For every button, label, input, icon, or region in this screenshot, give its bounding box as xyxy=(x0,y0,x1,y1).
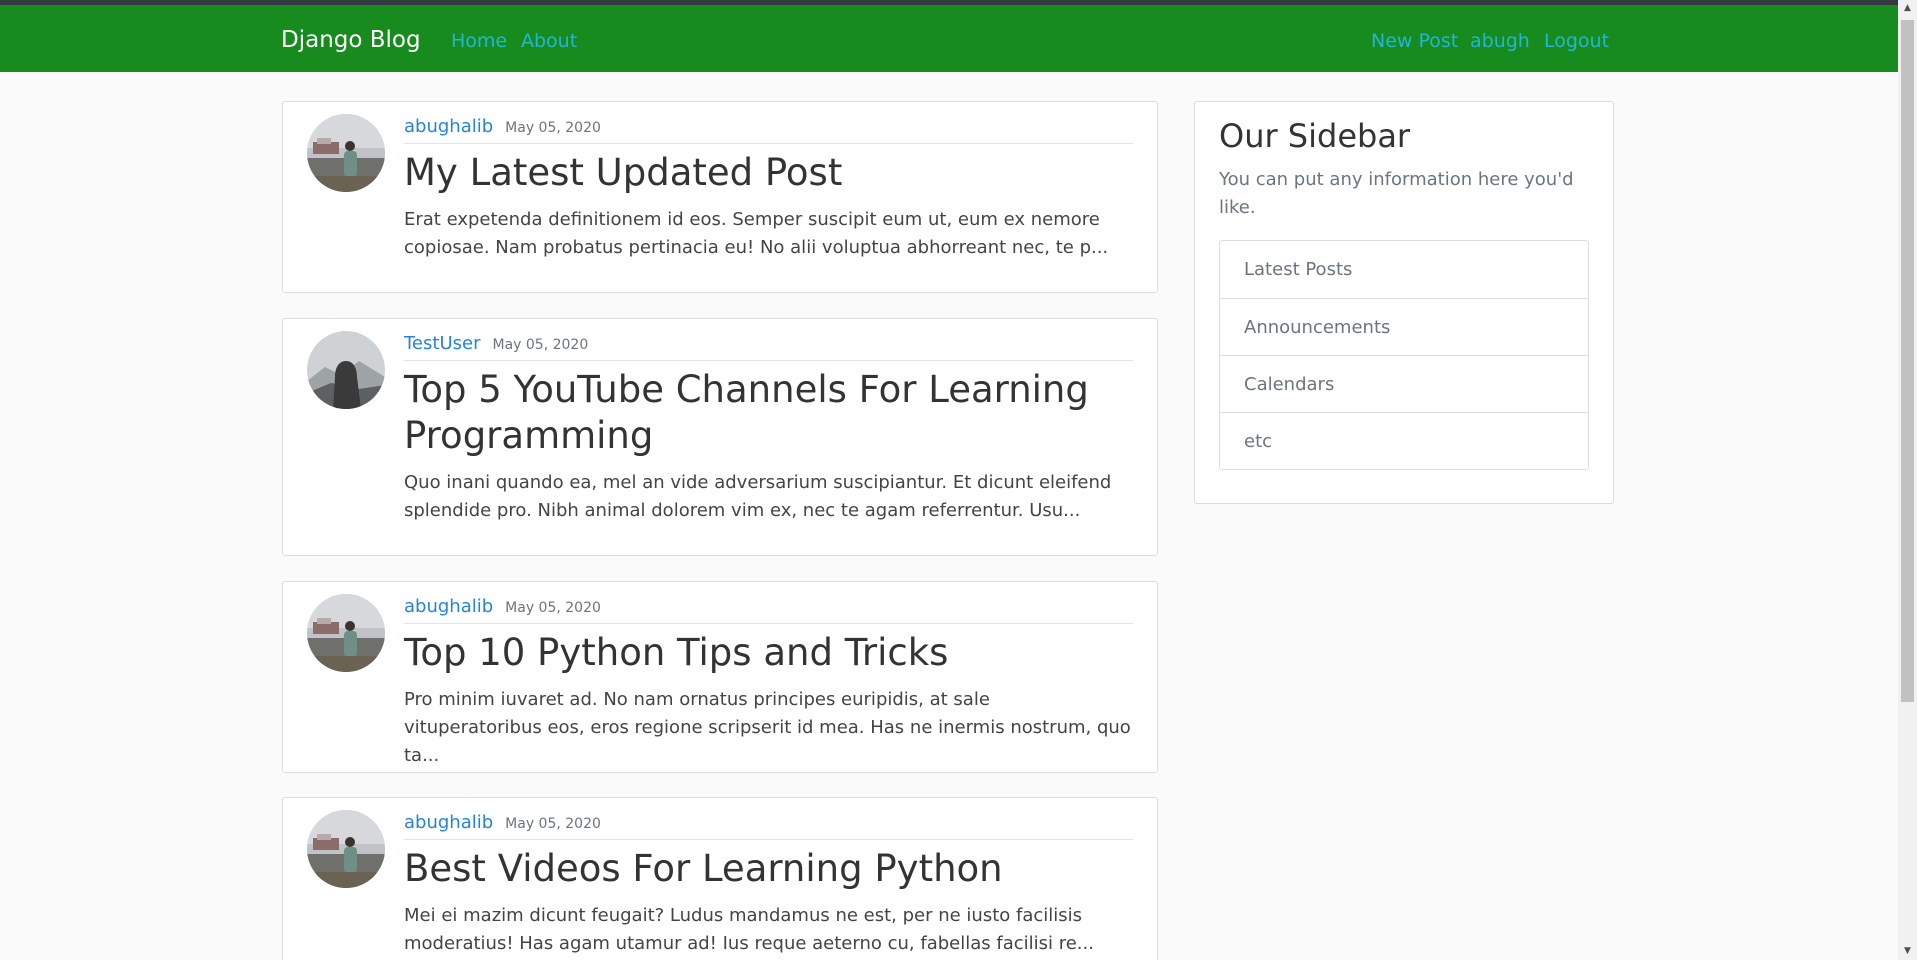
post-meta: abughalib May 05, 2020 xyxy=(404,812,1133,840)
nav-link-logout[interactable]: Logout xyxy=(1544,30,1609,52)
nav-link-new-post[interactable]: New Post xyxy=(1371,30,1458,52)
vertical-scrollbar[interactable]: ▲ ▼ xyxy=(1898,0,1917,960)
sidebar-title: Our Sidebar xyxy=(1219,117,1411,155)
sidebar-description: You can put any information here you'd l… xyxy=(1219,169,1574,218)
scrollbar-thumb[interactable] xyxy=(1901,20,1914,702)
scroll-down-arrow-icon[interactable]: ▼ xyxy=(1898,943,1917,960)
post-meta: TestUser May 05, 2020 xyxy=(404,333,1133,361)
post-title-link[interactable]: Top 10 Python Tips and Tricks xyxy=(404,630,1133,676)
author-avatar[interactable] xyxy=(307,331,385,409)
post-card: abughalib May 05, 2020 My Latest Updated … xyxy=(282,101,1158,293)
post-title-link[interactable]: My Latest Updated Post xyxy=(404,150,1133,196)
post-title-link[interactable]: Top 5 YouTube Channels For Learning Prog… xyxy=(404,367,1133,459)
post-date: May 05, 2020 xyxy=(505,816,601,832)
sidebar-item-latest-posts[interactable]: Latest Posts xyxy=(1220,241,1588,298)
sidebar-list: Latest Posts Announcements Calendars etc xyxy=(1219,240,1589,470)
nav-link-home[interactable]: Home xyxy=(451,30,507,52)
post-date: May 05, 2020 xyxy=(505,600,601,616)
sidebar-item-calendars[interactable]: Calendars xyxy=(1220,355,1588,412)
sidebar-item-announcements[interactable]: Announcements xyxy=(1220,298,1588,355)
post-meta: abughalib May 05, 2020 xyxy=(404,116,1133,144)
post-title-link[interactable]: Best Videos For Learning Python xyxy=(404,846,1133,892)
post-date: May 05, 2020 xyxy=(505,120,601,136)
scroll-up-arrow-icon[interactable]: ▲ xyxy=(1898,0,1917,17)
top-navbar: Django Blog Home About New Post abugh Lo… xyxy=(0,5,1898,72)
author-avatar[interactable] xyxy=(307,810,385,888)
post-excerpt: Mei ei mazim dicunt feugait? Ludus manda… xyxy=(404,905,1094,954)
post-author-link[interactable]: abughalib xyxy=(404,596,493,617)
nav-link-profile[interactable]: abugh xyxy=(1470,30,1530,52)
post-date: May 05, 2020 xyxy=(492,337,589,353)
post-card: abughalib May 05, 2020 Best Videos For Le… xyxy=(282,797,1158,960)
post-card: TestUser May 05, 2020 Top 5 YouTube Chann… xyxy=(282,318,1158,556)
author-avatar[interactable] xyxy=(307,114,385,192)
post-excerpt: Pro minim iuvaret ad. No nam ornatus pri… xyxy=(404,689,1131,766)
author-avatar[interactable] xyxy=(307,594,385,672)
post-author-link[interactable]: abughalib xyxy=(404,116,493,137)
sidebar-item-etc[interactable]: etc xyxy=(1220,412,1588,469)
post-meta: abughalib May 05, 2020 xyxy=(404,596,1133,624)
sidebar-card: Our Sidebar You can put any information … xyxy=(1194,101,1614,504)
post-excerpt: Erat expetenda definitionem id eos. Semp… xyxy=(404,209,1109,258)
post-author-link[interactable]: abughalib xyxy=(404,812,493,833)
brand-link[interactable]: Django Blog xyxy=(281,27,421,53)
post-card: abughalib May 05, 2020 Top 10 Python Tips… xyxy=(282,581,1158,773)
person-by-lake-photo-icon xyxy=(307,810,385,888)
hooded-figure-mountain-photo-icon xyxy=(307,331,385,409)
person-by-lake-photo-icon xyxy=(307,594,385,672)
person-by-lake-photo-icon xyxy=(307,114,385,192)
nav-link-about[interactable]: About xyxy=(521,30,577,52)
post-excerpt: Quo inani quando ea, mel an vide adversa… xyxy=(404,472,1112,521)
post-author-link[interactable]: TestUser xyxy=(404,333,480,354)
